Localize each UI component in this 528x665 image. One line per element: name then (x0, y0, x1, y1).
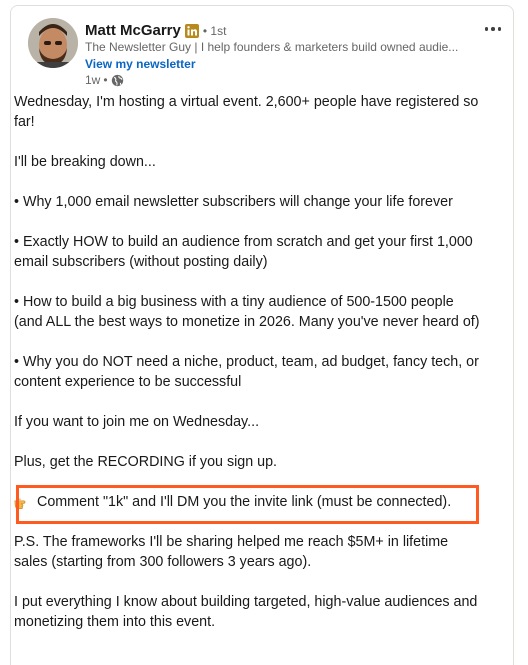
post-paragraph: • Exactly HOW to build an audience from … (14, 234, 473, 270)
view-newsletter-link[interactable]: View my newsletter (85, 57, 196, 71)
post-body: Wednesday, I'm hosting a virtual event. … (14, 92, 484, 652)
globe-icon (111, 74, 124, 87)
post-paragraph: I put everything I know about building t… (14, 594, 478, 630)
post-paragraph: • Why you do NOT need a niche, product, … (14, 354, 479, 390)
post-paragraph: • Why 1,000 email newsletter subscribers… (14, 194, 453, 210)
author-headline: The Newsletter Guy | I help founders & m… (85, 40, 459, 54)
author-name-row: Matt McGarry • 1st (85, 22, 226, 39)
post-meta: 1w • (85, 73, 124, 87)
pointing-hand-icon (14, 494, 31, 511)
post-paragraph: • How to build a big business with a tin… (14, 294, 480, 330)
author-name[interactable]: Matt McGarry (85, 22, 181, 39)
linkedin-icon (184, 23, 199, 38)
comment-cta-line: Comment "1k" and I'll DM you the invite … (14, 492, 484, 512)
post-paragraph: Plus, get the RECORDING if you sign up. (14, 454, 278, 470)
post-time: 1w (85, 73, 101, 87)
meta-separator: • (103, 73, 108, 87)
connection-degree: • 1st (202, 23, 227, 38)
post-paragraph: If you want to join me on Wednesday... (14, 414, 260, 430)
author-avatar[interactable] (28, 18, 78, 68)
post-paragraph: I'll be breaking down... (14, 154, 156, 170)
comment-cta-text: Comment "1k" and I'll DM you the invite … (37, 494, 452, 510)
post-paragraph: P.S. The frameworks I'll be sharing help… (14, 534, 449, 570)
post-paragraph: Wednesday, I'm hosting a virtual event. … (14, 94, 479, 130)
more-options-icon[interactable] (479, 18, 507, 40)
